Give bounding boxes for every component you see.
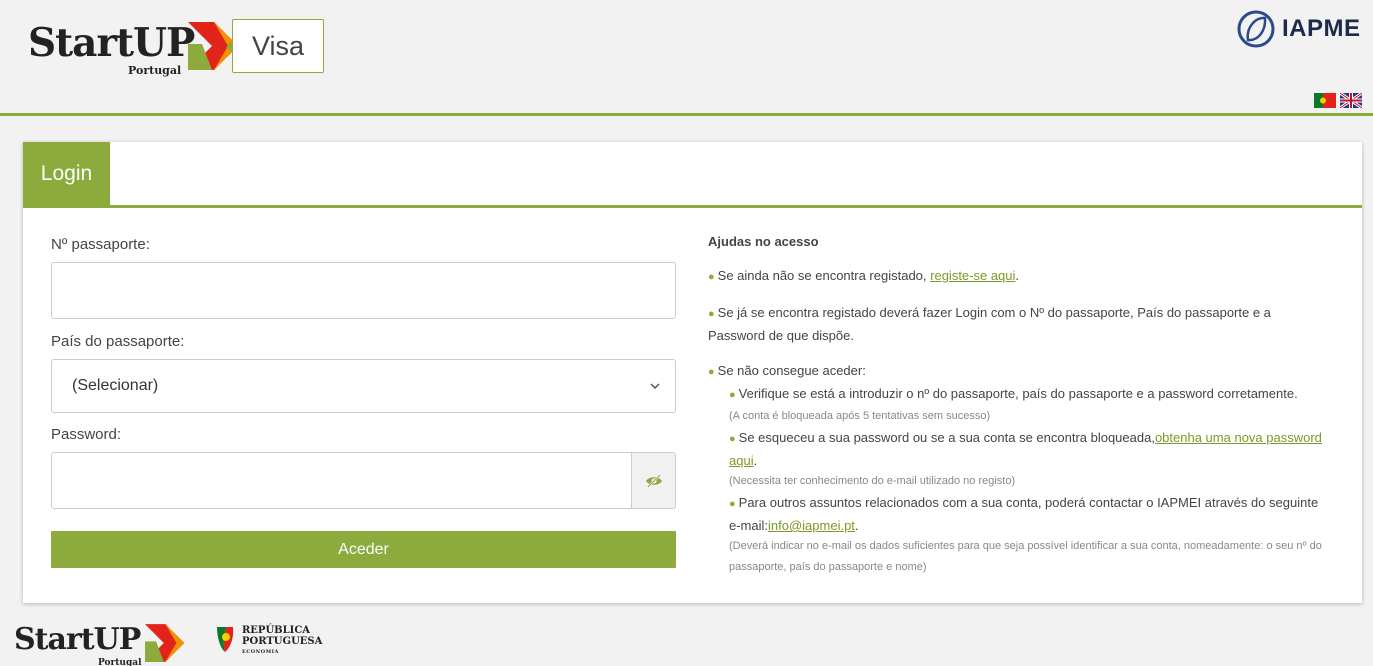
bullet-icon: ●	[729, 498, 736, 510]
bullet-icon: ●	[708, 366, 715, 378]
footer-logo-subtitle: Portugal	[98, 658, 142, 666]
eye-slash-icon	[645, 473, 662, 488]
bullet-icon: ●	[729, 433, 736, 445]
bullet-icon: ●	[729, 389, 736, 401]
register-link[interactable]: registe-se aqui	[930, 268, 1015, 283]
republica-text: REPÚBLICA PORTUGUESA ECONOMIA	[242, 625, 323, 655]
help-note-lock: (A conta é bloqueada após 5 tentativas s…	[729, 410, 991, 422]
site-footer: StartUP Portugal REPÚBLICA PORTUGUESA EC…	[0, 612, 1373, 666]
help-note-contact: (Deverá indicar no e-mail os dados sufic…	[729, 540, 1322, 573]
footer-logo-arrow-icon	[145, 624, 185, 662]
password-label: Password:	[51, 426, 122, 443]
passport-label: Nº passaporte:	[51, 236, 150, 253]
site-header: StartUP Portugal Visa IAPME	[0, 0, 1373, 116]
help-subitems: ● Verifique se está a introduzir o nº do …	[708, 383, 1328, 578]
portugal-emblem-icon	[217, 627, 234, 652]
logo-word: StartUP	[28, 20, 195, 66]
chevron-down-icon	[650, 383, 660, 390]
help-panel: Ajudas no acesso ● Se ainda não se encont…	[708, 231, 1328, 578]
password-input[interactable]	[52, 453, 631, 508]
country-selected-value: (Selecionar)	[72, 377, 159, 394]
language-selector	[1314, 93, 1362, 108]
bullet-icon: ●	[708, 308, 715, 320]
footer-startup-logo[interactable]: StartUP Portugal	[14, 622, 185, 666]
help-item-login: ● Se já se encontra registado deverá faze…	[708, 305, 1271, 343]
help-note-email: (Necessita ter conhecimento do e-mail ut…	[729, 475, 1016, 487]
help-item-cannot-access: ● Se não consegue aceder: ● Verifique se e…	[708, 360, 1328, 578]
login-card: Login Nº passaporte: País do passaporte:…	[23, 142, 1362, 603]
help-subitem-forgot: ● Se esqueceu a sua password ou se a sua …	[729, 427, 1328, 492]
tab-login[interactable]: Login	[23, 142, 110, 206]
password-group	[51, 452, 676, 509]
startup-portugal-logo[interactable]: StartUP Portugal	[28, 20, 238, 80]
login-form: Nº passaporte: País do passaporte: (Sele…	[51, 236, 676, 568]
visa-tag: Visa	[226, 19, 324, 73]
login-submit-button[interactable]: Aceder	[51, 531, 676, 568]
help-title: Ajudas no acesso	[708, 234, 819, 249]
help-subitem-verify: ● Verifique se está a introduzir o nº do …	[729, 383, 1328, 427]
contact-email-link[interactable]: info@iapmei.pt	[768, 518, 855, 533]
passport-input[interactable]	[51, 262, 676, 319]
logo-subtitle: Portugal	[128, 64, 182, 77]
pt-flag-icon[interactable]	[1314, 93, 1336, 108]
toggle-password-button[interactable]	[631, 453, 675, 508]
uk-flag-icon[interactable]	[1340, 93, 1362, 108]
bullet-icon: ●	[708, 271, 715, 283]
iapmei-logo[interactable]: IAPME	[1236, 9, 1361, 49]
country-label: País do passaporte:	[51, 333, 185, 350]
footer-logo-word: StartUP	[14, 622, 141, 657]
card-header: Login	[23, 142, 1362, 208]
help-item-register: ● Se ainda não se encontra registado, reg…	[708, 268, 1020, 283]
iapmei-name: IAPME	[1282, 15, 1361, 42]
country-select[interactable]: (Selecionar)	[51, 359, 676, 413]
help-subitem-contact: ● Para outros assuntos relacionados com a…	[729, 492, 1328, 578]
iapmei-emblem-icon	[1237, 10, 1275, 48]
republica-portuguesa-logo[interactable]: REPÚBLICA PORTUGUESA ECONOMIA	[215, 625, 322, 658]
